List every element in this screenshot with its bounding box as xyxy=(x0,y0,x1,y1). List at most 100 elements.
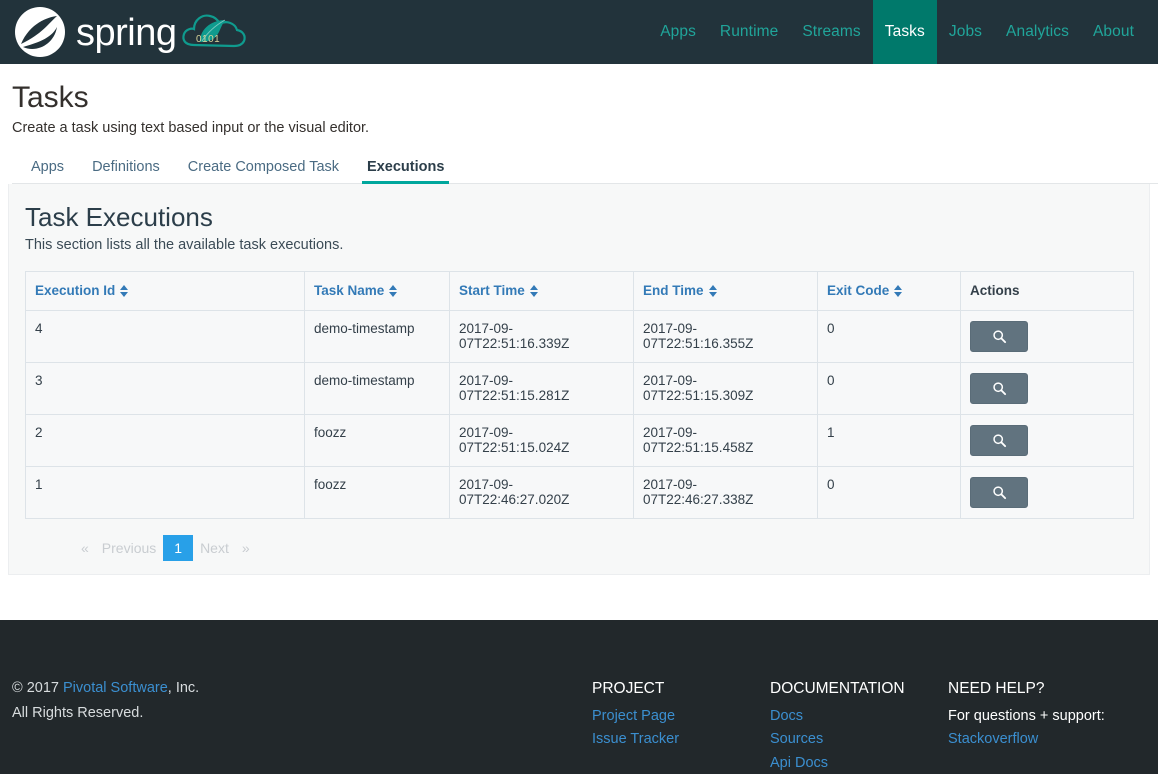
view-execution-details-button[interactable] xyxy=(970,320,1028,352)
cell-exit-code: 0 xyxy=(817,465,961,519)
cell-end-time: 2017-09-07T22:51:16.355Z xyxy=(633,309,818,363)
cell-execution-id: 4 xyxy=(25,309,305,363)
tab-apps[interactable]: Apps xyxy=(17,159,78,183)
pagination-next[interactable]: Next xyxy=(195,536,234,560)
footer-link-issue-tracker[interactable]: Issue Tracker xyxy=(592,728,770,752)
footer-column-project: PROJECT Project Page Issue Tracker xyxy=(592,676,770,774)
executions-panel: Task Executions This section lists all t… xyxy=(8,183,1150,575)
cell-end-time: 2017-09-07T22:51:15.458Z xyxy=(633,413,818,467)
footer-copyright-suffix: , Inc. xyxy=(167,680,200,696)
cell-start-time: 2017-09-07T22:51:15.024Z xyxy=(449,413,634,467)
magnifier-icon xyxy=(992,485,1006,499)
column-header-execution-id[interactable]: Execution Id xyxy=(25,270,305,311)
page-footer: © 2017 Pivotal Software, Inc. All Rights… xyxy=(0,620,1158,774)
sort-icon[interactable] xyxy=(120,284,129,297)
footer-heading-documentation: DOCUMENTATION xyxy=(770,680,905,697)
nav-links: Apps Runtime Streams Tasks Jobs Analytic… xyxy=(648,0,1158,64)
sort-icon[interactable] xyxy=(708,284,717,297)
svg-text:0101: 0101 xyxy=(196,34,220,45)
view-execution-details-button[interactable] xyxy=(970,372,1028,404)
nav-item-jobs[interactable]: Jobs xyxy=(937,0,994,64)
cell-execution-id: 2 xyxy=(25,413,305,467)
magnifier-icon xyxy=(992,381,1006,395)
nav-item-streams[interactable]: Streams xyxy=(790,0,872,64)
table-head: Execution Id Task Name Start Time End Ti… xyxy=(25,270,1134,311)
pagination-last[interactable]: » xyxy=(234,536,258,560)
footer-copyright-line: © 2017 Pivotal Software, Inc. xyxy=(12,676,592,701)
spring-leaf-logo: spring 0101 xyxy=(15,7,246,57)
magnifier-icon xyxy=(992,433,1006,447)
nav-item-about[interactable]: About xyxy=(1081,0,1146,64)
cell-start-time: 2017-09-07T22:51:16.339Z xyxy=(449,309,634,363)
column-header-actions: Actions xyxy=(960,270,1134,311)
pagination: « Previous 1 Next » xyxy=(73,534,1133,561)
cell-exit-code: 1 xyxy=(817,413,961,467)
pagination-first[interactable]: « xyxy=(73,536,97,560)
brand-logo-link[interactable]: spring 0101 xyxy=(0,0,250,64)
cell-task-name: demo-timestamp xyxy=(304,309,450,363)
footer-copyright-block: © 2017 Pivotal Software, Inc. All Rights… xyxy=(12,676,592,774)
cell-actions xyxy=(960,309,1134,363)
spring-cloud-dataflow-icon: 0101 xyxy=(182,14,246,48)
footer-company-link[interactable]: Pivotal Software xyxy=(63,680,168,696)
nav-item-apps[interactable]: Apps xyxy=(648,0,708,64)
cell-actions xyxy=(960,465,1134,519)
nav-item-runtime[interactable]: Runtime xyxy=(708,0,790,64)
cell-task-name: foozz xyxy=(304,465,450,519)
tab-executions[interactable]: Executions xyxy=(353,159,458,184)
footer-link-project-page[interactable]: Project Page xyxy=(592,705,770,729)
page-header: Tasks Create a task using text based inp… xyxy=(0,64,1158,136)
column-header-exit-code[interactable]: Exit Code xyxy=(817,270,961,311)
footer-link-stackoverflow[interactable]: Stackoverflow xyxy=(948,728,1148,752)
footer-link-sources[interactable]: Sources xyxy=(770,728,948,752)
column-header-start-time[interactable]: Start Time xyxy=(449,270,634,311)
sort-icon[interactable] xyxy=(529,284,538,297)
cell-start-time: 2017-09-07T22:46:27.020Z xyxy=(449,465,634,519)
cell-execution-id: 3 xyxy=(25,361,305,415)
section-title: Task Executions xyxy=(25,201,213,232)
nav-item-tasks[interactable]: Tasks xyxy=(872,0,937,64)
cell-actions xyxy=(960,361,1134,415)
cell-actions xyxy=(960,413,1134,467)
footer-help-text: For questions + support: xyxy=(948,707,1105,724)
footer-heading-project: PROJECT xyxy=(592,680,665,697)
table-row: 2 foozz 2017-09-07T22:51:15.024Z 2017-09… xyxy=(25,413,1134,467)
table-row: 1 foozz 2017-09-07T22:46:27.020Z 2017-09… xyxy=(25,465,1134,519)
page-title: Tasks xyxy=(12,81,89,114)
column-header-task-name[interactable]: Task Name xyxy=(304,270,450,311)
table-header-row: Execution Id Task Name Start Time End Ti… xyxy=(25,270,1134,311)
column-header-execution-id-label: Execution Id xyxy=(35,282,116,298)
cell-end-time: 2017-09-07T22:51:15.309Z xyxy=(633,361,818,415)
column-header-task-name-label: Task Name xyxy=(314,282,385,298)
footer-column-need-help: NEED HELP? For questions + support: Stac… xyxy=(948,676,1148,774)
cell-execution-id: 1 xyxy=(25,465,305,519)
column-header-end-time[interactable]: End Time xyxy=(633,270,818,311)
magnifier-icon xyxy=(992,329,1006,343)
cell-exit-code: 0 xyxy=(817,361,961,415)
task-tab-strip: Apps Definitions Create Composed Task Ex… xyxy=(12,154,1158,184)
nav-item-analytics[interactable]: Analytics xyxy=(994,0,1081,64)
view-execution-details-button[interactable] xyxy=(970,476,1028,508)
table-row: 3 demo-timestamp 2017-09-07T22:51:15.281… xyxy=(25,361,1134,415)
sort-icon[interactable] xyxy=(389,284,398,297)
footer-rights: All Rights Reserved. xyxy=(12,704,144,721)
footer-heading-need-help: NEED HELP? xyxy=(948,680,1045,697)
table-body: 4 demo-timestamp 2017-09-07T22:51:16.339… xyxy=(25,309,1134,519)
column-header-start-time-label: Start Time xyxy=(459,282,525,298)
sort-icon[interactable] xyxy=(894,284,903,297)
pagination-page-1[interactable]: 1 xyxy=(163,534,194,561)
pagination-previous[interactable]: Previous xyxy=(97,536,161,560)
view-execution-details-button[interactable] xyxy=(970,424,1028,456)
footer-column-documentation: DOCUMENTATION Docs Sources Api Docs xyxy=(770,676,948,774)
footer-copyright-prefix: © 2017 xyxy=(12,680,63,696)
cell-start-time: 2017-09-07T22:51:15.281Z xyxy=(449,361,634,415)
tab-definitions[interactable]: Definitions xyxy=(78,159,174,183)
section-subtitle: This section lists all the available tas… xyxy=(25,236,344,253)
cell-exit-code: 0 xyxy=(817,309,961,363)
footer-link-api-docs[interactable]: Api Docs xyxy=(770,752,948,776)
page-subtitle: Create a task using text based input or … xyxy=(12,119,370,136)
cell-task-name: foozz xyxy=(304,413,450,467)
column-header-end-time-label: End Time xyxy=(643,282,704,298)
footer-link-docs[interactable]: Docs xyxy=(770,705,948,729)
tab-create-composed-task[interactable]: Create Composed Task xyxy=(174,159,353,183)
